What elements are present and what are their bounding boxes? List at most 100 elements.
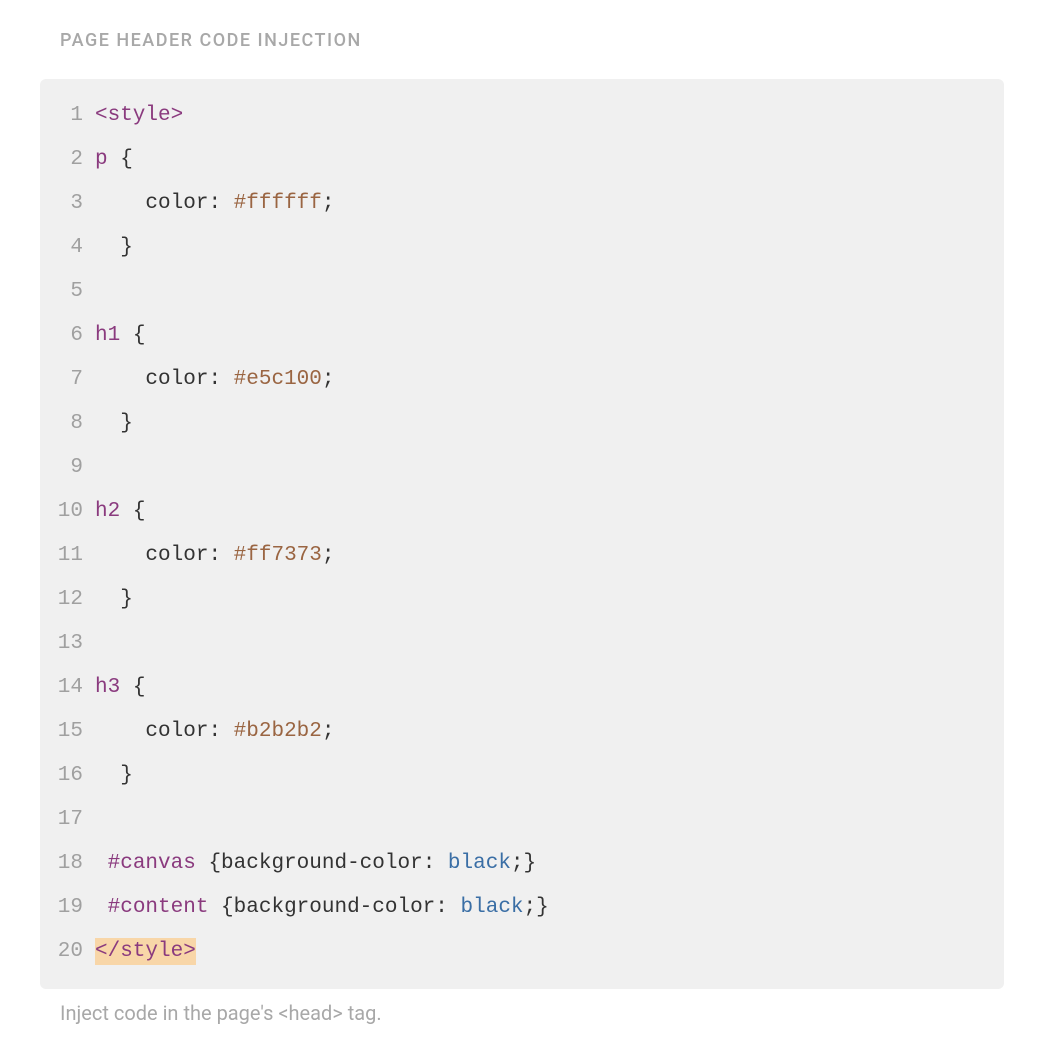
code-token: h1 [95, 324, 120, 347]
code-token [95, 192, 145, 215]
code-line[interactable]: 16 } [40, 754, 1004, 798]
code-token [95, 412, 120, 435]
code-token: } [120, 764, 133, 787]
code-token: color [145, 720, 208, 743]
code-token: ; [322, 720, 335, 743]
code-token: { [133, 500, 146, 523]
section-label: PAGE HEADER CODE INJECTION [60, 30, 984, 51]
line-content[interactable]: } [95, 402, 133, 446]
code-token: background-color [221, 852, 423, 875]
code-token: : [208, 544, 233, 567]
code-token: background-color [234, 896, 436, 919]
code-line[interactable]: 10h2 { [40, 490, 1004, 534]
line-number: 1 [40, 94, 95, 138]
code-token: <style> [95, 104, 183, 127]
line-number: 5 [40, 270, 95, 314]
code-line[interactable]: 20</style> [40, 930, 1004, 974]
code-token [95, 236, 120, 259]
code-token: black [448, 852, 511, 875]
line-number: 11 [40, 534, 95, 578]
line-content[interactable]: h3 { [95, 666, 145, 710]
code-token: } [120, 588, 133, 611]
code-line[interactable]: 18 #canvas {background-color: black;} [40, 842, 1004, 886]
code-token: } [536, 896, 549, 919]
line-number: 9 [40, 446, 95, 490]
code-token [120, 676, 133, 699]
line-content[interactable]: h2 { [95, 490, 145, 534]
code-line[interactable]: 5 [40, 270, 1004, 314]
line-number: 13 [40, 622, 95, 666]
code-line[interactable]: 4 } [40, 226, 1004, 270]
code-line[interactable]: 17 [40, 798, 1004, 842]
code-editor[interactable]: 1<style>2p {3 color: #ffffff;4 }56h1 {7 … [40, 94, 1004, 974]
code-token [120, 500, 133, 523]
code-token [108, 148, 121, 171]
code-line[interactable]: 3 color: #ffffff; [40, 182, 1004, 226]
code-token [196, 852, 209, 875]
code-line[interactable]: 13 [40, 622, 1004, 666]
line-content[interactable]: </style> [95, 930, 196, 974]
line-number: 10 [40, 490, 95, 534]
line-content[interactable]: color: #b2b2b2; [95, 710, 334, 754]
code-token: ; [524, 896, 537, 919]
code-token: #canvas [108, 852, 196, 875]
line-content[interactable]: color: #ff7373; [95, 534, 334, 578]
code-token: { [120, 148, 133, 171]
code-token: #b2b2b2 [234, 720, 322, 743]
code-token: color [145, 368, 208, 391]
code-token: color [145, 192, 208, 215]
line-content[interactable]: h1 { [95, 314, 145, 358]
code-token: h3 [95, 676, 120, 699]
line-number: 17 [40, 798, 95, 842]
code-token: ; [322, 368, 335, 391]
code-line[interactable]: 14h3 { [40, 666, 1004, 710]
line-number: 7 [40, 358, 95, 402]
code-token: ; [322, 544, 335, 567]
code-token: black [461, 896, 524, 919]
code-token: { [133, 324, 146, 347]
code-token: ; [322, 192, 335, 215]
code-line[interactable]: 1<style> [40, 94, 1004, 138]
code-token [95, 852, 108, 875]
line-number: 16 [40, 754, 95, 798]
code-token: h2 [95, 500, 120, 523]
code-token: { [221, 896, 234, 919]
line-number: 8 [40, 402, 95, 446]
code-token: : [423, 852, 448, 875]
code-line[interactable]: 9 [40, 446, 1004, 490]
code-token: </style> [95, 938, 196, 965]
code-token: p [95, 148, 108, 171]
code-line[interactable]: 11 color: #ff7373; [40, 534, 1004, 578]
code-token: { [208, 852, 221, 875]
code-line[interactable]: 12 } [40, 578, 1004, 622]
line-number: 4 [40, 226, 95, 270]
code-token [95, 588, 120, 611]
line-content[interactable]: #content {background-color: black;} [95, 886, 549, 930]
line-content[interactable]: color: #ffffff; [95, 182, 334, 226]
line-number: 3 [40, 182, 95, 226]
help-text: Inject code in the page's <head> tag. [60, 1001, 984, 1025]
line-content[interactable]: p { [95, 138, 133, 182]
code-token [208, 896, 221, 919]
code-line[interactable]: 6h1 { [40, 314, 1004, 358]
code-token [95, 720, 145, 743]
code-token: } [120, 236, 133, 259]
line-content[interactable]: } [95, 578, 133, 622]
line-number: 18 [40, 842, 95, 886]
code-line[interactable]: 8 } [40, 402, 1004, 446]
code-token: color [145, 544, 208, 567]
code-token: #ff7373 [234, 544, 322, 567]
line-content[interactable]: } [95, 754, 133, 798]
code-line[interactable]: 19 #content {background-color: black;} [40, 886, 1004, 930]
line-content[interactable]: color: #e5c100; [95, 358, 334, 402]
code-line[interactable]: 15 color: #b2b2b2; [40, 710, 1004, 754]
line-content[interactable]: } [95, 226, 133, 270]
code-editor-wrapper: 1<style>2p {3 color: #ffffff;4 }56h1 {7 … [40, 79, 1004, 989]
code-token: #e5c100 [234, 368, 322, 391]
line-content[interactable]: <style> [95, 94, 183, 138]
code-token: { [133, 676, 146, 699]
code-line[interactable]: 7 color: #e5c100; [40, 358, 1004, 402]
code-line[interactable]: 2p { [40, 138, 1004, 182]
line-number: 20 [40, 930, 95, 974]
line-content[interactable]: #canvas {background-color: black;} [95, 842, 536, 886]
